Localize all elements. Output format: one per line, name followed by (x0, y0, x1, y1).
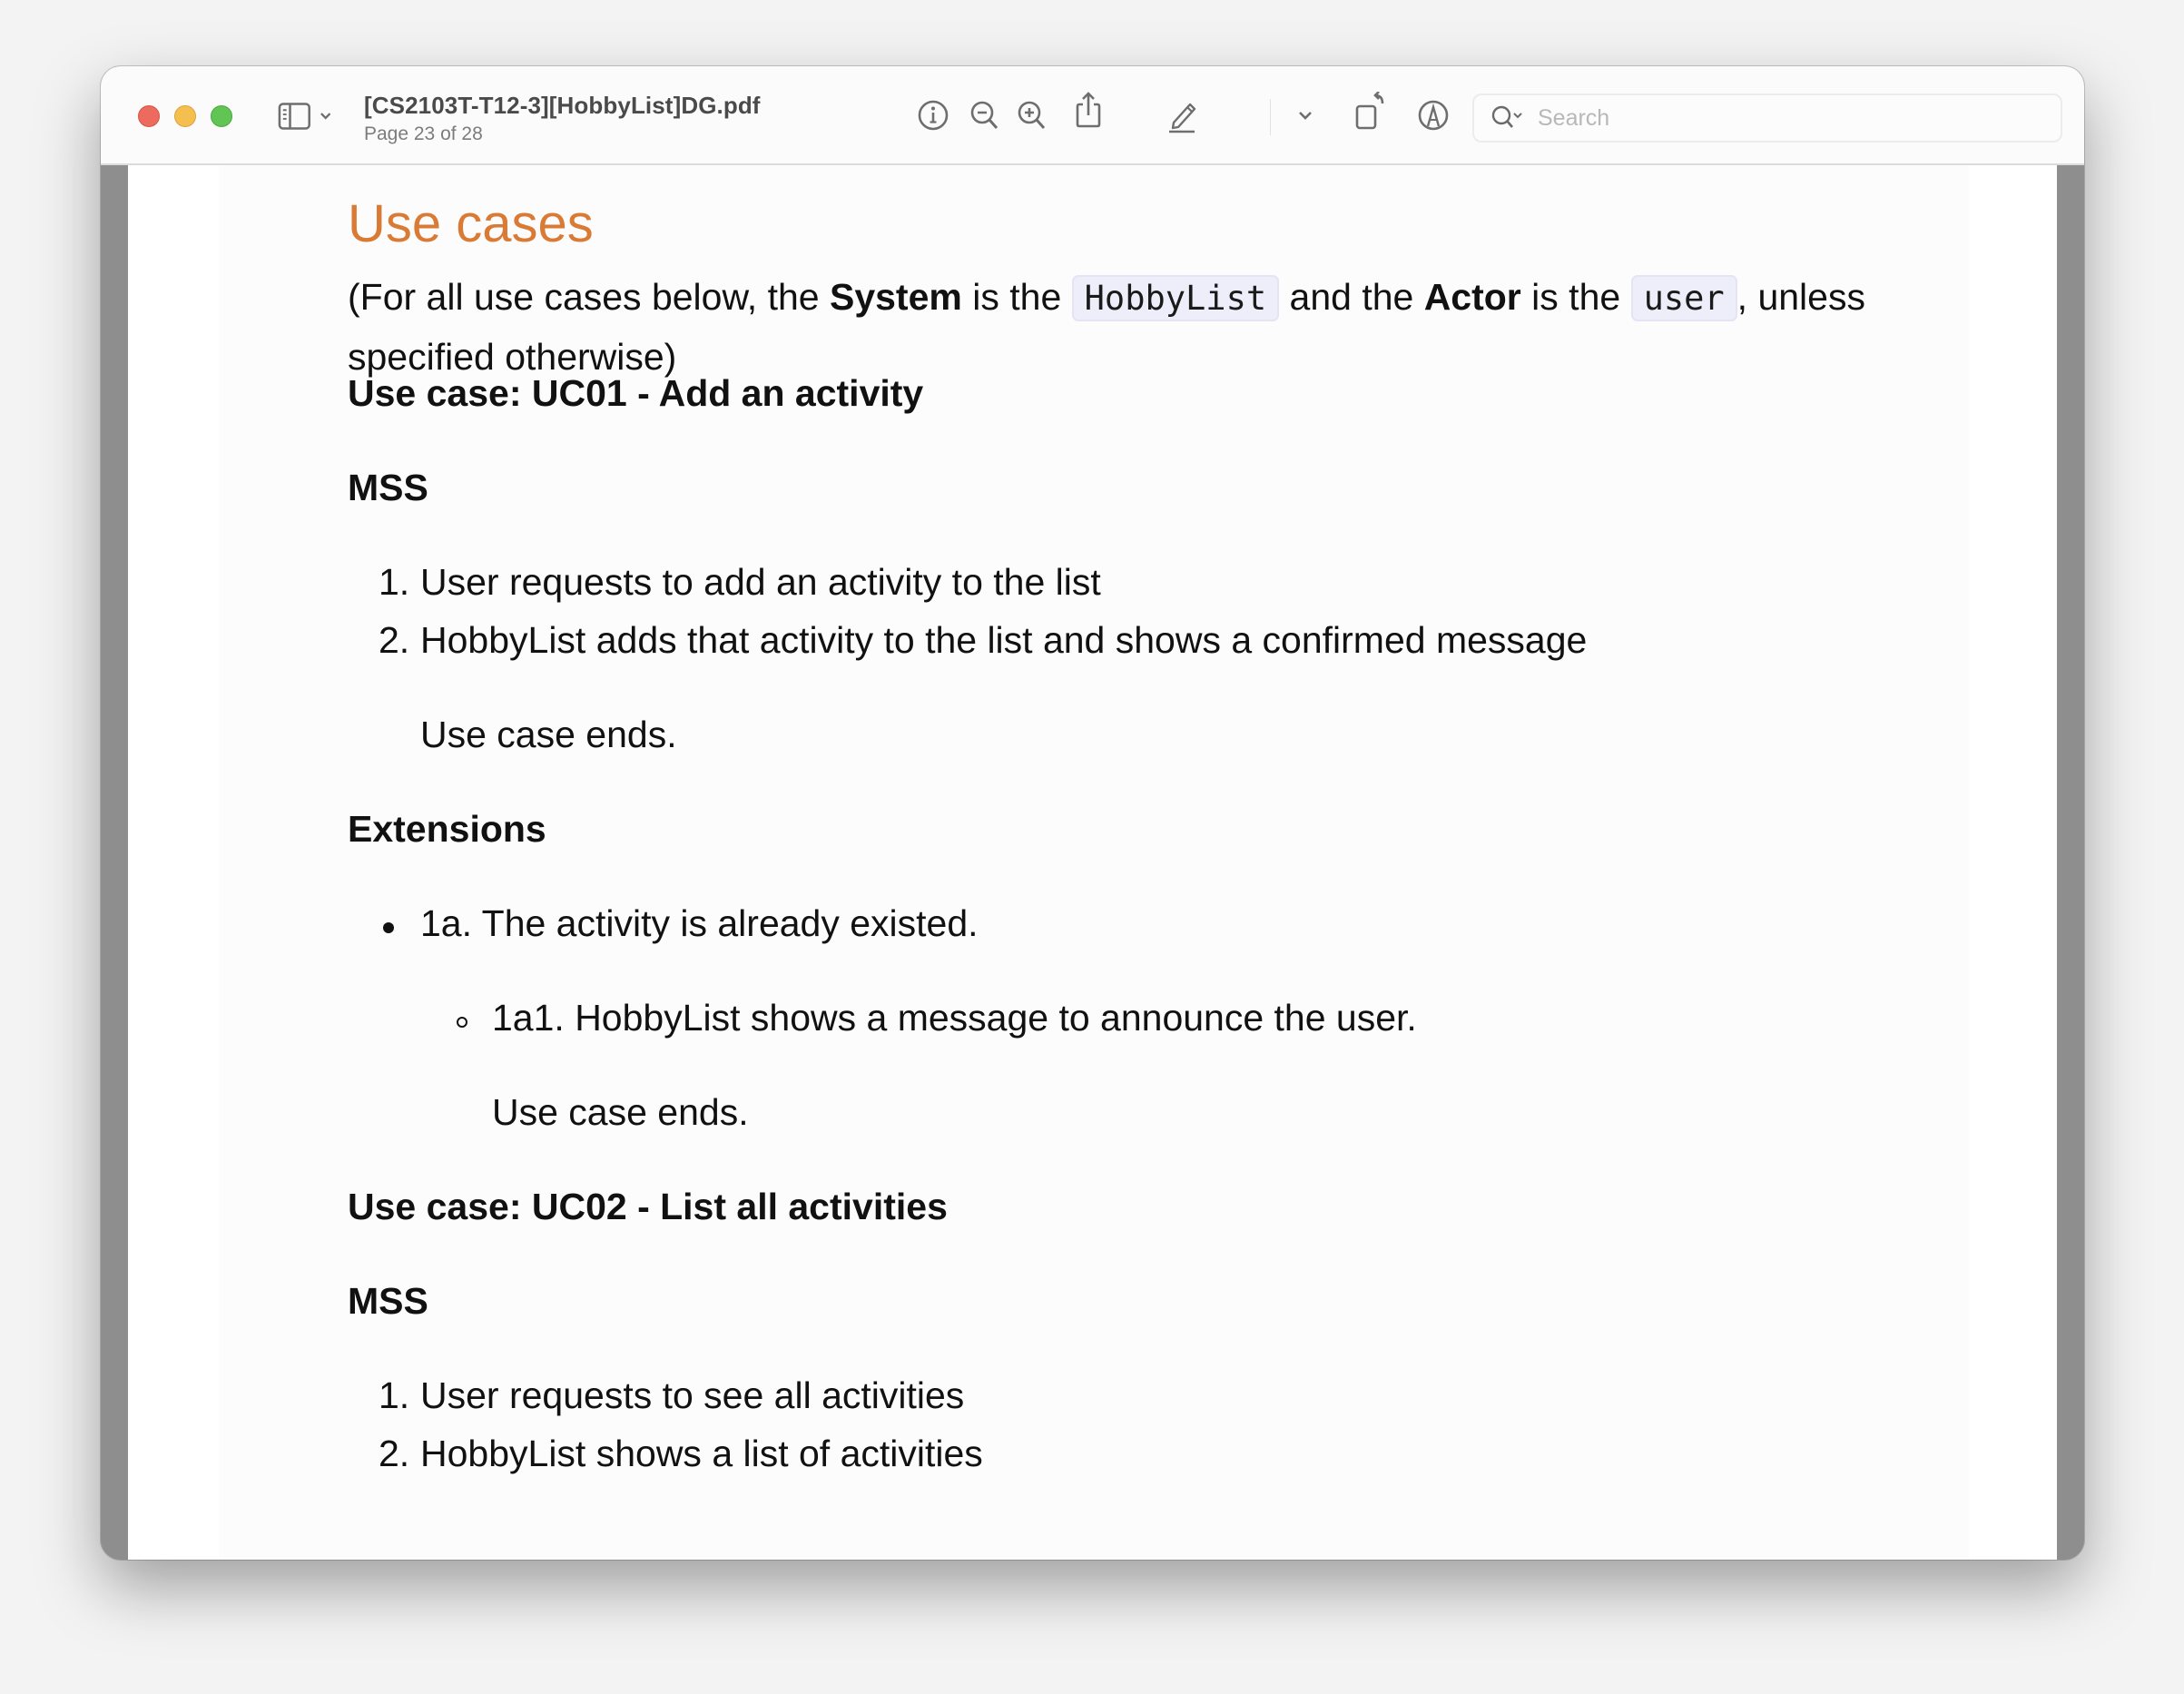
zoom-button[interactable] (211, 105, 232, 127)
sidebar-toggle-button[interactable] (278, 101, 332, 132)
actor-code: user (1630, 275, 1737, 321)
preview-window: [CS2103T-T12-3][HobbyList]DG.pdf Page 23… (101, 66, 2084, 1560)
search-input[interactable] (1536, 103, 2048, 133)
actor-label: Actor (1423, 276, 1521, 318)
use-case-heading: Use case: UC02 - List all activities (348, 1186, 948, 1227)
extension-sub-text: 1a1. HobbyList shows a message to announ… (492, 997, 1417, 1039)
rotate-button[interactable] (1350, 92, 1390, 132)
page-indicator: Page 23 of 28 (364, 123, 483, 144)
zoom-in-icon (1018, 101, 1046, 129)
step-text: User requests to see all activities (420, 1374, 965, 1416)
share-button[interactable] (1068, 90, 1108, 130)
page-content-column: Use cases (For all use cases below, the … (219, 163, 1969, 1560)
toolbar: [CS2103T-T12-3][HobbyList]DG.pdf Page 23… (101, 66, 2084, 165)
use-case-end: Use case ends. (420, 714, 677, 755)
use-case-end: Use case ends. (492, 1091, 749, 1133)
document-title: [CS2103T-T12-3][HobbyList]DG.pdf (364, 92, 761, 119)
intro-text: is the (1520, 276, 1631, 318)
step-number: 1. (379, 1374, 410, 1416)
mss-heading: MSS (348, 1280, 428, 1322)
intro-text: is the (961, 276, 1072, 318)
share-icon (1076, 92, 1101, 128)
chevron-down-icon (1299, 112, 1312, 120)
step-number: 1. (379, 561, 410, 603)
search-field[interactable] (1472, 94, 2062, 143)
rotate-icon (1355, 92, 1384, 130)
info-button[interactable] (913, 95, 953, 135)
system-label: System (829, 276, 962, 318)
step-text: HobbyList adds that activity to the list… (420, 619, 1588, 661)
sidebar-icon (278, 103, 310, 130)
extension-text: 1a. The activity is already existed. (420, 902, 979, 944)
markup-options-button[interactable] (1285, 95, 1325, 135)
step-text: HobbyList shows a list of activities (420, 1433, 983, 1474)
chevron-down-icon (320, 113, 330, 120)
sub-bullet (457, 1017, 467, 1028)
intro-text: and the (1279, 276, 1424, 318)
search-icon (1490, 104, 1527, 132)
zoom-out-button[interactable] (965, 95, 1005, 135)
annotate-pen-icon (1418, 100, 1449, 131)
close-button[interactable] (138, 105, 160, 127)
minimize-button[interactable] (174, 105, 196, 127)
zoom-in-button[interactable] (1012, 95, 1052, 135)
document-title-block: [CS2103T-T12-3][HobbyList]DG.pdf Page 23… (364, 92, 761, 145)
info-icon (918, 100, 949, 131)
bullet (383, 922, 394, 933)
extensions-heading: Extensions (348, 808, 546, 850)
zoom-out-icon (970, 101, 999, 129)
markup-button[interactable] (1163, 95, 1203, 135)
mss-heading: MSS (348, 467, 428, 508)
intro-text: (For all use cases below, the (348, 276, 830, 318)
step-number: 2. (379, 1433, 410, 1474)
toolbar-divider (1270, 99, 1271, 135)
pdf-page[interactable]: Use cases (For all use cases below, the … (128, 163, 2057, 1560)
system-code: HobbyList (1071, 275, 1280, 321)
markup-pencil-icon (1169, 103, 1196, 133)
annotate-button[interactable] (1413, 95, 1453, 135)
use-case-heading: Use case: UC01 - Add an activity (348, 372, 924, 414)
step-number: 2. (379, 619, 410, 661)
section-heading: Use cases (348, 194, 594, 253)
step-text: User requests to add an activity to the … (420, 561, 1101, 603)
intro-paragraph: (For all use cases below, the System is … (348, 268, 1982, 386)
